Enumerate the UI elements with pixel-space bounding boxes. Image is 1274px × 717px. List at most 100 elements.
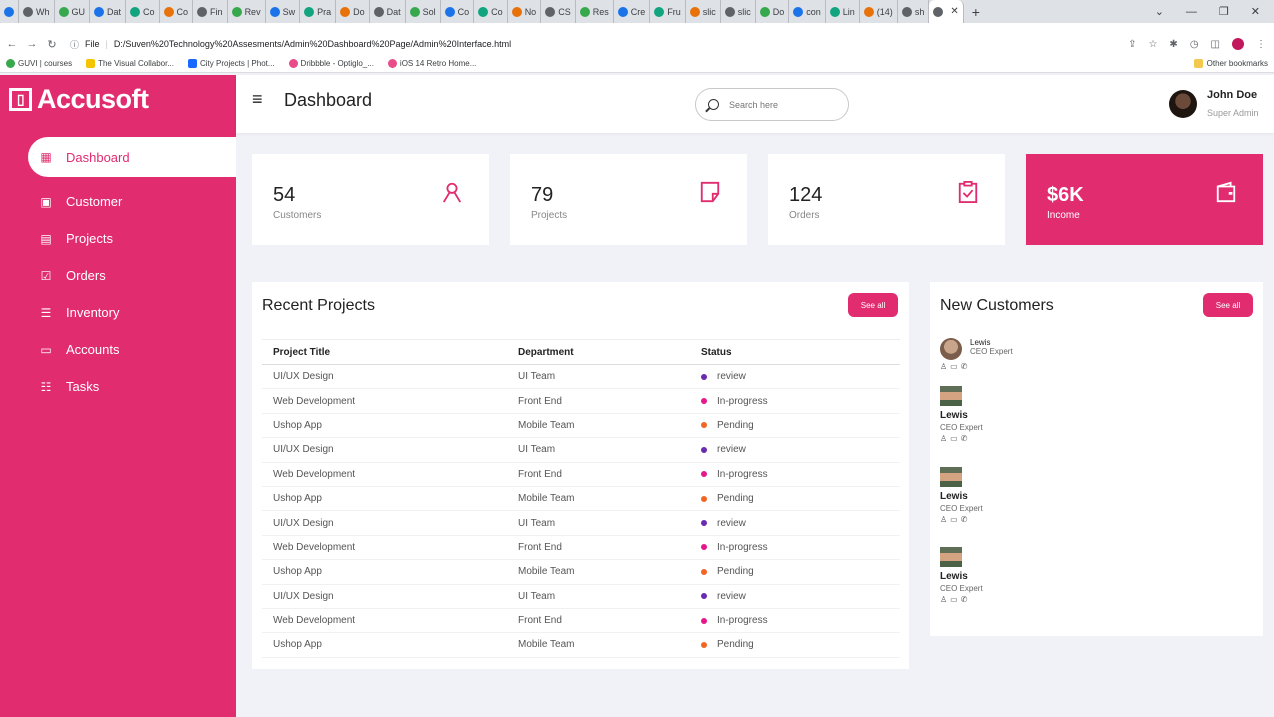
user-icon[interactable]: ♙ [940,434,947,443]
table-row[interactable]: Web Development Front End In-progress [262,388,900,414]
sidebar-item-orders[interactable]: ☑ Orders [28,257,236,294]
table-row[interactable]: Web Development Front End In-progress [262,462,900,487]
see-all-button[interactable]: See all [848,293,898,317]
see-all-customers-button[interactable]: See all [1203,293,1253,317]
table-row[interactable]: Web Development Front End In-progress [262,608,900,634]
tab-search-icon[interactable]: ⌄ [1155,5,1164,18]
behance-icon [188,59,197,68]
bookmark-item[interactable]: The Visual Collabor... [86,59,174,68]
maximize-button[interactable]: ❐ [1219,5,1229,18]
browser-tab[interactable]: Sol [406,0,441,23]
stat-card-income[interactable]: $6K Income [1026,154,1263,245]
browser-tab[interactable]: Co [474,0,508,23]
extension-icon[interactable]: ✱ [1169,39,1177,50]
table-row[interactable]: Web Development Front End In-progress [262,535,900,561]
browser-tab[interactable] [0,0,19,23]
bookmark-item[interactable]: GUVI | courses [6,59,72,68]
customer-item[interactable]: Lewis CEO Expert ♙ ▭ ✆ [940,338,1140,371]
browser-tab[interactable]: (14) [860,0,898,23]
browser-tab[interactable]: Do [336,0,370,23]
phone-icon[interactable]: ✆ [961,595,968,604]
table-row[interactable]: UI/UX Design UI Team review [262,510,900,536]
browser-tab[interactable]: Lin [826,0,860,23]
browser-tab[interactable]: slic [686,0,721,23]
bookmark-item[interactable]: iOS 14 Retro Home... [387,59,476,68]
sidebar-item-inventory[interactable]: ☰ Inventory [28,294,236,331]
stat-card-customers[interactable]: 54 Customers [252,154,489,245]
browser-tab-active[interactable]: ✕ [929,0,964,23]
brand-logo[interactable]: ▯ Accusoft [9,84,149,115]
sidebar-item-customer[interactable]: ▣ Customer [28,183,236,220]
browser-tab[interactable]: Dat [90,0,127,23]
hamburger-menu-icon[interactable]: ≡ [252,89,263,110]
other-bookmarks[interactable]: Other bookmarks [1193,59,1268,68]
message-icon[interactable]: ▭ [950,362,958,371]
forward-icon[interactable]: → [24,38,40,50]
browser-tab[interactable]: Co [126,0,160,23]
dribbble-icon [387,59,397,68]
minimize-button[interactable]: — [1186,6,1197,18]
browser-tab[interactable]: Pra [300,0,337,23]
bookmark-item[interactable]: Dribbble - Optiglo_... [288,59,374,68]
browser-tab[interactable]: Sw [266,0,301,23]
back-icon[interactable]: ← [4,38,20,50]
message-icon[interactable]: ▭ [950,595,958,604]
favicon-icon [94,6,104,17]
browser-tab[interactable]: Fru [650,0,686,23]
browser-tab[interactable]: con [789,0,826,23]
phone-icon[interactable]: ✆ [961,362,968,371]
message-icon[interactable]: ▭ [950,515,958,524]
recent-projects-title: Recent Projects [262,297,375,314]
phone-icon[interactable]: ✆ [961,515,968,524]
close-window-button[interactable]: ✕ [1251,5,1260,18]
sidebar-item-accounts[interactable]: ▭ Accounts [28,331,236,368]
customer-item[interactable]: Lewis CEO Expert ♙ ▭ ✆ [940,547,1140,604]
avatar[interactable] [1169,90,1197,118]
profile-icon[interactable] [1232,38,1244,50]
sidebar-item-dashboard[interactable]: ▦ Dashboard [28,137,236,177]
table-row[interactable]: Ushop App Mobile Team Pending [262,632,900,658]
search-input[interactable] [729,99,829,110]
browser-tab[interactable]: No [508,0,542,23]
bookmark-star-icon[interactable]: ☆ [1148,39,1157,50]
table-row[interactable]: UI/UX Design UI Team review [262,584,900,609]
browser-tab[interactable]: Fin [193,0,228,23]
user-icon[interactable]: ♙ [940,595,947,604]
share-icon[interactable]: ⇪ [1128,39,1136,50]
menu-icon[interactable]: ⋮ [1256,39,1266,50]
sidebar-item-tasks[interactable]: ☷ Tasks [28,368,236,405]
message-icon[interactable]: ▭ [950,434,958,443]
browser-tab[interactable]: slic [721,0,756,23]
reload-icon[interactable]: ↻ [44,38,60,51]
browser-tab[interactable]: Co [160,0,194,23]
browser-tab[interactable]: Wh [19,0,55,23]
browser-tab[interactable]: Do [756,0,790,23]
browser-tab[interactable]: Rev [228,0,266,23]
sidepanel-icon[interactable]: ◫ [1211,39,1220,50]
phone-icon[interactable]: ✆ [961,434,968,443]
browser-tab[interactable]: sh [898,0,930,23]
url-field[interactable]: ⓘ File | D:/Suven%20Technology%20Assesme… [70,38,511,51]
browser-tab[interactable]: CS [541,0,576,23]
customer-item[interactable]: Lewis CEO Expert ♙ ▭ ✆ [940,467,1140,524]
browser-tab[interactable]: Co [441,0,475,23]
browser-tab[interactable]: GU [55,0,90,23]
stat-card-projects[interactable]: 79 Projects [510,154,747,245]
user-icon[interactable]: ♙ [940,362,947,371]
bookmark-item[interactable]: City Projects | Phot... [188,59,275,68]
stat-card-orders[interactable]: 124 Orders [768,154,1005,245]
customer-item[interactable]: Lewis CEO Expert ♙ ▭ ✆ [940,386,1140,443]
table-row[interactable]: UI/UX Design UI Team review [262,364,900,390]
browser-tab[interactable]: Dat [370,0,406,23]
sidebar-item-projects[interactable]: ▤ Projects [28,220,236,257]
new-tab-button[interactable]: + [964,4,988,20]
browser-tab[interactable]: Cre [614,0,651,23]
table-row[interactable]: Ushop App Mobile Team Pending [262,413,900,439]
table-row[interactable]: Ushop App Mobile Team Pending [262,559,900,585]
user-icon[interactable]: ♙ [940,515,947,524]
browser-tab[interactable]: Res [576,0,614,23]
table-row[interactable]: UI/UX Design UI Team review [262,437,900,463]
table-row[interactable]: Ushop App Mobile Team Pending [262,486,900,512]
close-tab-icon[interactable]: ✕ [950,6,958,17]
history-icon[interactable]: ◷ [1190,39,1199,50]
